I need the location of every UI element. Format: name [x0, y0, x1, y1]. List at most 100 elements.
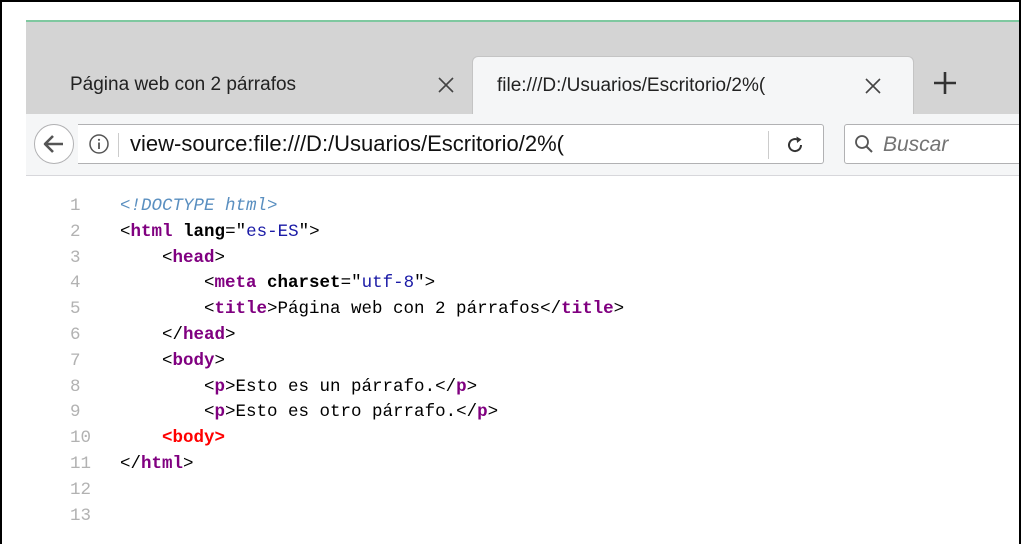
code-token-txt: >Esto es un párrafo.</ [225, 376, 457, 397]
info-icon[interactable] [88, 133, 110, 155]
code-token-tag: p [214, 402, 226, 423]
code-token-txt: =" [225, 221, 247, 242]
code-token-tag: p [214, 376, 226, 397]
line-number: 1 [70, 196, 81, 216]
line-code: <meta charset="utf-8"> [120, 271, 435, 297]
code-token-val: utf-8 [361, 273, 415, 294]
code-token-txt: > [487, 402, 499, 423]
source-line: 7 <body> [26, 349, 1019, 375]
url-separator [768, 131, 769, 159]
code-token-txt: > [225, 324, 236, 345]
code-token-tag: html [130, 221, 173, 242]
line-number: 10 [70, 428, 92, 449]
line-code: </head> [120, 323, 236, 349]
source-line: 4 <meta charset="utf-8"> [26, 271, 1019, 297]
line-code: <body> [120, 349, 225, 375]
browser-window: Página web con 2 párrafos file:///D:/Usu… [26, 22, 1019, 544]
code-token-doctype: <!DOCTYPE html> [120, 196, 278, 216]
navigation-toolbar: view-source:file:///D:/Usuarios/Escritor… [26, 114, 1019, 176]
address-bar[interactable]: view-source:file:///D:/Usuarios/Escritor… [78, 124, 824, 164]
code-token-tag: head [183, 324, 226, 345]
line-number: 4 [70, 273, 81, 294]
code-token-txt: < [120, 350, 173, 371]
back-arrow-icon [43, 135, 63, 153]
line-code: <html lang="es-ES"> [120, 220, 320, 246]
code-token-tag: meta [214, 273, 257, 294]
code-token-attr: charset [267, 273, 341, 294]
url-separator [118, 133, 119, 157]
line-code: </html> [120, 452, 194, 478]
tab-pagina-web[interactable]: Página web con 2 párrafos [26, 56, 472, 114]
code-token-tag: p [456, 376, 467, 397]
line-number: 6 [70, 324, 81, 345]
code-token-tag-err: <body> [162, 428, 226, 449]
line-number: 7 [70, 350, 81, 371]
code-token-txt: =" [340, 273, 362, 294]
code-token-txt: > [214, 247, 226, 268]
url-text[interactable]: view-source:file:///D:/Usuarios/Escritor… [130, 130, 660, 158]
search-placeholder: Buscar [883, 133, 949, 156]
tab-label: Página web con 2 párrafos [70, 74, 297, 95]
line-number: 13 [70, 505, 92, 526]
code-token-txt: < [120, 221, 131, 242]
source-line: 2 <html lang="es-ES"> [26, 220, 1019, 246]
source-line: 5 <title>Página web con 2 párrafos</titl… [26, 297, 1019, 323]
line-code: <p>Esto es otro párrafo.</p> [120, 400, 498, 426]
code-token-attr: lang [183, 221, 226, 242]
source-line: 9 <p>Esto es otro párrafo.</p> [26, 400, 1019, 426]
source-line: 10 <body> [26, 426, 1019, 452]
code-token-txt: > [214, 350, 226, 371]
code-token-val: es-ES [246, 221, 299, 242]
line-number: 8 [70, 376, 81, 397]
reload-icon[interactable] [784, 134, 806, 156]
search-input[interactable]: Buscar [844, 124, 1019, 164]
line-number: 11 [70, 453, 92, 474]
source-line: 8 <p>Esto es un párrafo.</p> [26, 375, 1019, 401]
tab-strip: Página web con 2 párrafos file:///D:/Usu… [26, 22, 1019, 114]
code-token-txt: > [466, 376, 478, 397]
code-token-txt: >Página web con 2 párrafos</ [267, 299, 562, 320]
source-line: 6 </head> [26, 323, 1019, 349]
code-token-txt: < [120, 402, 215, 423]
code-token-txt: </ [120, 453, 142, 474]
line-code: <p>Esto es un párrafo.</p> [120, 375, 477, 401]
code-token-txt: < [120, 273, 215, 294]
back-button[interactable] [34, 124, 74, 164]
line-code: <title>Página web con 2 párrafos</title> [120, 297, 624, 323]
code-token-txt: < [120, 376, 215, 397]
line-code: <body> [120, 426, 225, 452]
line-code: <head> [120, 246, 225, 272]
close-tab-icon[interactable] [863, 76, 883, 96]
code-token-tag: title [214, 299, 268, 320]
code-token-txt: "> [414, 273, 436, 294]
source-line: 1 <!DOCTYPE html> [26, 194, 1019, 220]
code-token-txt: "> [298, 221, 320, 242]
line-number: 9 [70, 402, 81, 423]
source-view: 1 <!DOCTYPE html> 2 <html lang="es-ES"> 3 <h… [26, 176, 1019, 544]
code-token-tag: title [561, 299, 614, 320]
code-token-txt: >Esto es otro párrafo.</ [225, 402, 478, 423]
line-number: 2 [70, 221, 81, 242]
source-line: 13 [26, 504, 1019, 530]
close-tab-icon[interactable] [436, 75, 456, 95]
tab-view-source[interactable]: file:///D:/Usuarios/Escritorio/2%( [472, 56, 914, 114]
plus-icon [934, 72, 956, 94]
screenshot-frame: Página web con 2 párrafos file:///D:/Usu… [0, 0, 1021, 544]
line-number: 3 [70, 247, 81, 268]
source-line: 11 </html> [26, 452, 1019, 478]
code-token-txt: < [120, 299, 215, 320]
search-icon [853, 133, 875, 155]
new-tab-button[interactable] [930, 66, 960, 100]
source-line: 12 [26, 478, 1019, 504]
code-token-txt: > [613, 299, 625, 320]
code-token-txt: </ [120, 324, 184, 345]
code-token-txt: > [183, 453, 194, 474]
line-number: 12 [70, 479, 92, 500]
code-token-tag: p [477, 402, 488, 423]
line-number: 5 [70, 299, 81, 320]
source-line: 3 <head> [26, 246, 1019, 272]
tab-label: file:///D:/Usuarios/Escritorio/2%( [497, 74, 766, 96]
